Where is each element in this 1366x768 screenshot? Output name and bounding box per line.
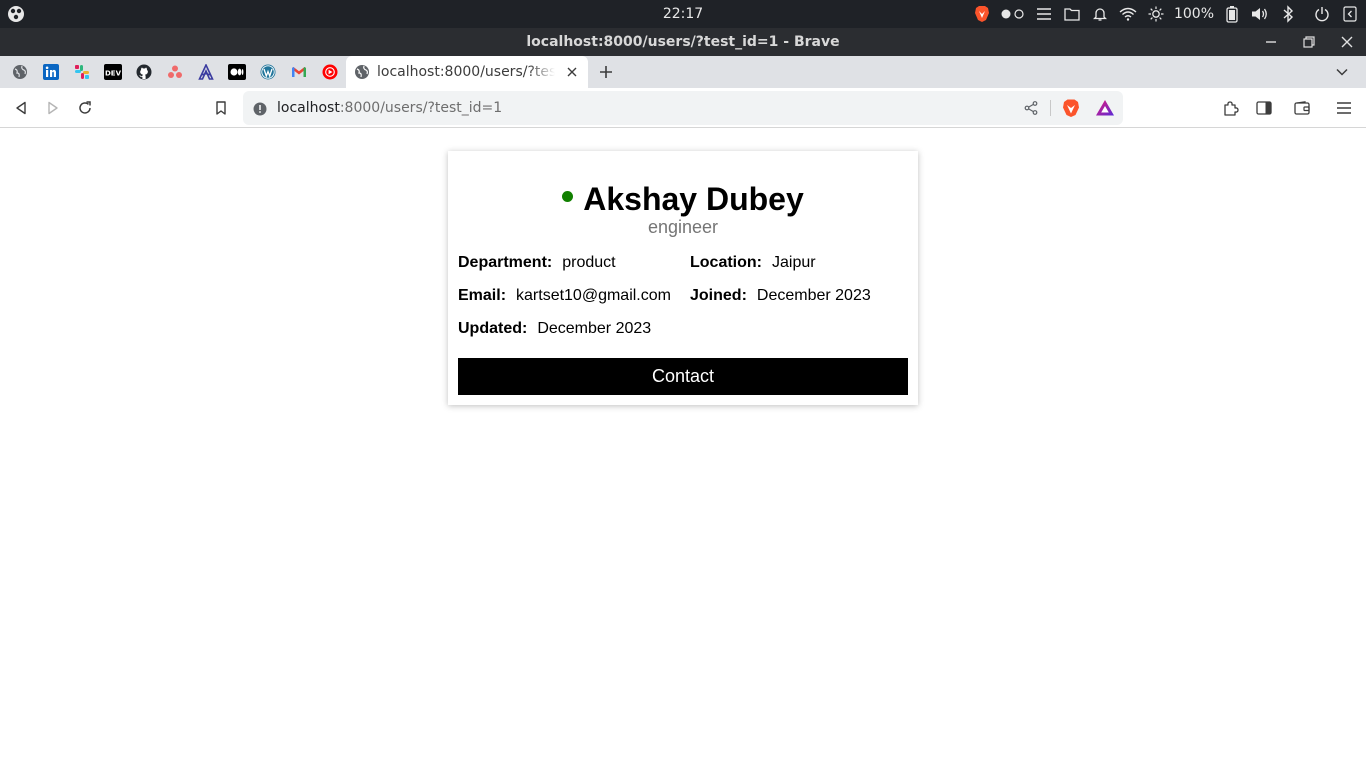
url-host: localhost (277, 100, 340, 116)
panel-collapse-icon[interactable] (1340, 4, 1360, 24)
updated-label: Updated: (458, 320, 528, 337)
wordpress-icon[interactable] (258, 62, 278, 82)
gmail-icon[interactable] (289, 62, 309, 82)
globe-icon (354, 64, 370, 80)
profile-header: Akshay Dubey (448, 180, 918, 218)
browser-toolbar: localhost:8000/users/?test_id=1 (0, 88, 1366, 128)
tab-strip: DEV localhost:8000/users/?test_id=1 (0, 56, 1366, 88)
globe-icon[interactable] (10, 62, 30, 82)
url-path: :8000/users/?test_id=1 (339, 100, 503, 116)
menu-icon[interactable] (1034, 4, 1054, 24)
location-value: Jaipur (772, 254, 816, 271)
extensions-icon[interactable] (1221, 98, 1241, 118)
arc-icon[interactable] (196, 62, 216, 82)
location-label: Location: (690, 254, 762, 271)
updated-field: Updated: December 2023 (458, 319, 651, 339)
battery-icon[interactable] (1222, 4, 1242, 24)
files-icon[interactable] (1062, 4, 1082, 24)
close-tab-icon[interactable] (564, 64, 580, 80)
notifications-icon[interactable] (1090, 4, 1110, 24)
address-bar[interactable]: localhost:8000/users/?test_id=1 (243, 91, 1123, 125)
youtube-music-icon[interactable] (320, 62, 340, 82)
window-title: localhost:8000/users/?test_id=1 - Brave (526, 34, 840, 50)
close-window-icon[interactable] (1337, 32, 1357, 52)
email-label: Email: (458, 287, 507, 304)
joined-value: December 2023 (756, 287, 871, 304)
page-viewport: Akshay Dubey engineer Department: product… (0, 129, 1366, 768)
reload-icon[interactable] (75, 98, 95, 118)
minimize-icon[interactable] (1261, 32, 1281, 52)
brightness-icon[interactable] (1146, 4, 1166, 24)
bluetooth-icon[interactable] (1278, 4, 1298, 24)
brave-shields-icon[interactable] (1061, 98, 1081, 118)
battery-percentage: 100% (1173, 6, 1214, 22)
dev-icon[interactable]: DEV (103, 62, 123, 82)
updated-value: December 2023 (537, 320, 652, 337)
system-top-bar: 22:17 100% (0, 0, 1366, 28)
wallet-icon[interactable] (1292, 98, 1312, 118)
bookmark-icon[interactable] (211, 98, 231, 118)
department-value: product (562, 254, 616, 271)
slack-icon[interactable] (72, 62, 92, 82)
email-field: Email: kartset10@gmail.com (458, 286, 671, 306)
linkedin-icon[interactable] (41, 62, 61, 82)
online-status-dot (562, 190, 574, 202)
url-text[interactable]: localhost:8000/users/?test_id=1 (277, 91, 502, 125)
location-field: Location: Jaipur (690, 253, 816, 273)
new-tab-icon[interactable] (596, 62, 616, 82)
user-name: Akshay Dubey (583, 181, 804, 217)
site-info-icon[interactable] (253, 101, 267, 116)
department-field: Department: product (458, 253, 616, 273)
medium-icon[interactable] (227, 62, 247, 82)
window-title-bar: localhost:8000/users/?test_id=1 - Brave (0, 28, 1366, 56)
volume-icon[interactable] (1250, 4, 1270, 24)
share-icon[interactable] (1023, 100, 1039, 116)
svg-text:DEV: DEV (105, 70, 122, 78)
brave-tray-icon[interactable] (972, 4, 992, 24)
system-tray: 100% (972, 0, 1360, 28)
power-icon[interactable] (1312, 4, 1332, 24)
joined-field: Joined: December 2023 (690, 286, 871, 306)
chevron-down-icon[interactable] (1332, 62, 1352, 82)
back-icon[interactable] (11, 98, 31, 118)
user-role: engineer (647, 217, 719, 237)
tab-title: localhost:8000/users/?test_id=1 (377, 64, 555, 80)
contact-button[interactable]: Contact (458, 358, 908, 395)
tab-active[interactable]: localhost:8000/users/?test_id=1 (346, 56, 588, 88)
main-menu-icon[interactable] (1334, 98, 1354, 118)
asana-icon[interactable] (165, 62, 185, 82)
user-profile-card: Akshay Dubey engineer Department: product… (448, 151, 918, 405)
workspace-dots-icon[interactable] (1000, 4, 1026, 24)
sidebar-icon[interactable] (1254, 98, 1274, 118)
brave-rewards-icon[interactable] (1095, 98, 1115, 118)
restore-icon[interactable] (1299, 32, 1319, 52)
forward-icon[interactable] (43, 98, 63, 118)
joined-label: Joined: (690, 287, 747, 304)
department-label: Department: (458, 254, 553, 271)
email-value: kartset10@gmail.com (516, 287, 671, 304)
address-bar-divider (1050, 100, 1051, 116)
wifi-icon[interactable] (1118, 4, 1138, 24)
github-icon[interactable] (134, 62, 154, 82)
